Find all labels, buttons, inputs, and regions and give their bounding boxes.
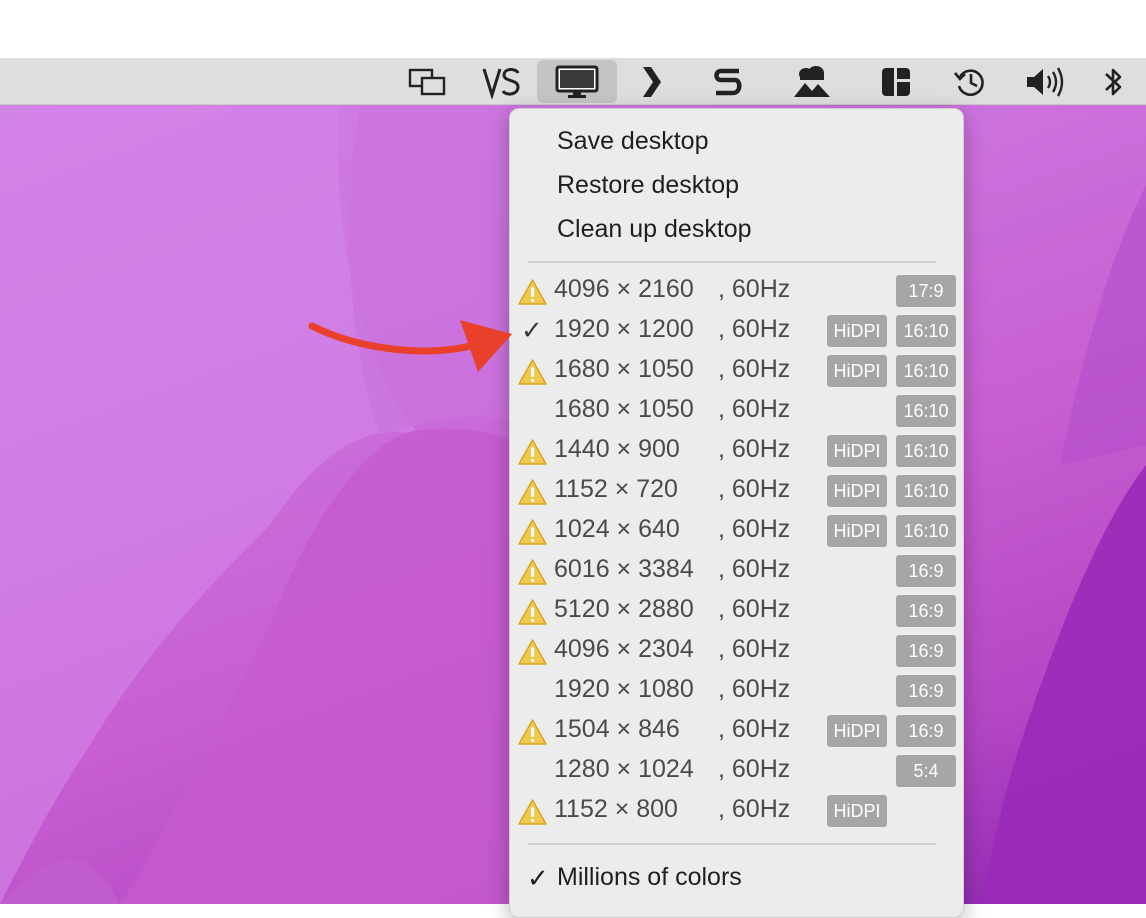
refresh-rate: , 60Hz [718,315,791,343]
hidpi-badge: HiDPI [827,795,887,827]
resolution-item[interactable]: 4096 × 2304 , 60Hz 16:9 [510,632,963,672]
aspect-ratio-badge: 16:9 [896,595,956,627]
aspect-ratio-badge: 16:9 [896,675,956,707]
refresh-rate: , 60Hz [718,715,791,743]
resolution-value: 4096 × 2304 [554,635,694,663]
s-app-icon[interactable] [698,58,758,105]
resolution-item[interactable]: 1152 × 800 , 60Hz HiDPI [510,792,963,832]
refresh-rate: , 60Hz [718,755,791,783]
resolution-value: 1920 × 1080 [554,675,694,703]
refresh-rate: , 60Hz [718,555,791,583]
aspect-ratio-badge: 16:10 [896,475,956,507]
hidpi-badge: HiDPI [827,315,887,347]
resolution-item[interactable]: 4096 × 2160 , 60Hz 17:9 [510,272,963,312]
refresh-rate: , 60Hz [718,355,791,383]
warning-icon [518,559,547,585]
vnc-icon[interactable] [472,58,532,105]
warning-icon [518,639,547,665]
arrow-shaft [308,322,482,355]
resolution-value: 1280 × 1024 [554,755,694,783]
resolution-value: 1152 × 720 [554,475,678,503]
warning-icon [518,799,547,825]
resolution-value: 1680 × 1050 [554,395,694,423]
resolution-item[interactable]: 6016 × 3384 , 60Hz 16:9 [510,552,963,592]
aspect-ratio-badge: 16:10 [896,435,956,467]
hidpi-badge: HiDPI [827,435,887,467]
warning-icon [518,359,547,385]
aspect-ratio-badge: 16:9 [896,555,956,587]
hidpi-badge: HiDPI [827,715,887,747]
bluetooth-icon[interactable] [1083,58,1143,105]
display-menu-dropdown: Save desktop Restore desktop Clean up de… [509,108,964,918]
cloud-mountain-icon[interactable] [782,58,842,105]
resolution-value: 4096 × 2160 [554,275,694,303]
resolution-item[interactable]: 1680 × 1050 , 60Hz HiDPI 16:10 [510,352,963,392]
warning-icon [518,279,547,305]
millions-of-colors-item[interactable]: ✓ Millions of colors [510,861,963,901]
top-white-area [0,0,1146,58]
refresh-rate: , 60Hz [718,515,791,543]
aspect-ratio-badge: 5:4 [896,755,956,787]
menu-bar [0,58,1146,105]
aspect-ratio-badge: 17:9 [896,275,956,307]
resolution-item[interactable]: 1504 × 846 , 60Hz HiDPI 16:9 [510,712,963,752]
resolution-value: 1504 × 846 [554,715,680,743]
checkmark-icon: ✓ [521,315,543,345]
resolution-item[interactable]: 1920 × 1080 , 60Hz 16:9 [510,672,963,712]
resolution-item[interactable]: ✓ 1920 × 1200 , 60Hz HiDPI 16:10 [510,312,963,352]
refresh-rate: , 60Hz [718,795,791,823]
layout-grid-icon[interactable] [866,58,926,105]
aspect-ratio-badge: 16:9 [896,635,956,667]
resolution-value: 1920 × 1200 [554,315,694,343]
hidpi-badge: HiDPI [827,355,887,387]
resolution-item[interactable]: 1024 × 640 , 60Hz HiDPI 16:10 [510,512,963,552]
aspect-ratio-badge: 16:9 [896,715,956,747]
refresh-rate: , 60Hz [718,395,791,423]
refresh-rate: , 60Hz [718,475,791,503]
refresh-rate: , 60Hz [718,595,791,623]
aspect-ratio-badge: 16:10 [896,315,956,347]
warning-icon [518,599,547,625]
resolution-item[interactable]: 1152 × 720 , 60Hz HiDPI 16:10 [510,472,963,512]
warning-icon [518,439,547,465]
save-desktop-item[interactable]: Save desktop [557,127,709,156]
hidpi-badge: HiDPI [827,515,887,547]
resolution-item[interactable]: 1440 × 900 , 60Hz HiDPI 16:10 [510,432,963,472]
menu-separator [528,843,936,845]
resolution-value: 1440 × 900 [554,435,680,463]
resolution-value: 5120 × 2880 [554,595,694,623]
red-arrow-annotation [308,320,512,372]
hidpi-badge: HiDPI [827,475,887,507]
resolution-item[interactable]: 5120 × 2880 , 60Hz 16:9 [510,592,963,632]
time-machine-icon[interactable] [941,58,1001,105]
millions-of-colors-label: Millions of colors [557,863,742,891]
restore-desktop-item[interactable]: Restore desktop [557,171,739,200]
refresh-rate: , 60Hz [718,435,791,463]
menu-separator [528,261,936,263]
warning-icon [518,519,547,545]
aspect-ratio-badge: 16:10 [896,395,956,427]
window-switcher-icon[interactable] [397,58,457,105]
volume-icon[interactable] [1016,58,1076,105]
resolution-value: 1024 × 640 [554,515,680,543]
resolution-value: 1152 × 800 [554,795,678,823]
resolution-value: 1680 × 1050 [554,355,694,383]
chevron-right-icon[interactable] [622,58,682,105]
warning-icon [518,479,547,505]
checkmark-icon: ✓ [527,863,549,893]
warning-icon [518,719,547,745]
resolution-item[interactable]: 1280 × 1024 , 60Hz 5:4 [510,752,963,792]
refresh-rate: , 60Hz [718,675,791,703]
aspect-ratio-badge: 16:10 [896,355,956,387]
clean-up-desktop-item[interactable]: Clean up desktop [557,215,752,244]
refresh-rate: , 60Hz [718,275,791,303]
refresh-rate: , 60Hz [718,635,791,663]
display-icon[interactable] [537,60,617,103]
resolution-value: 6016 × 3384 [554,555,694,583]
aspect-ratio-badge: 16:10 [896,515,956,547]
resolution-item[interactable]: 1680 × 1050 , 60Hz 16:10 [510,392,963,432]
